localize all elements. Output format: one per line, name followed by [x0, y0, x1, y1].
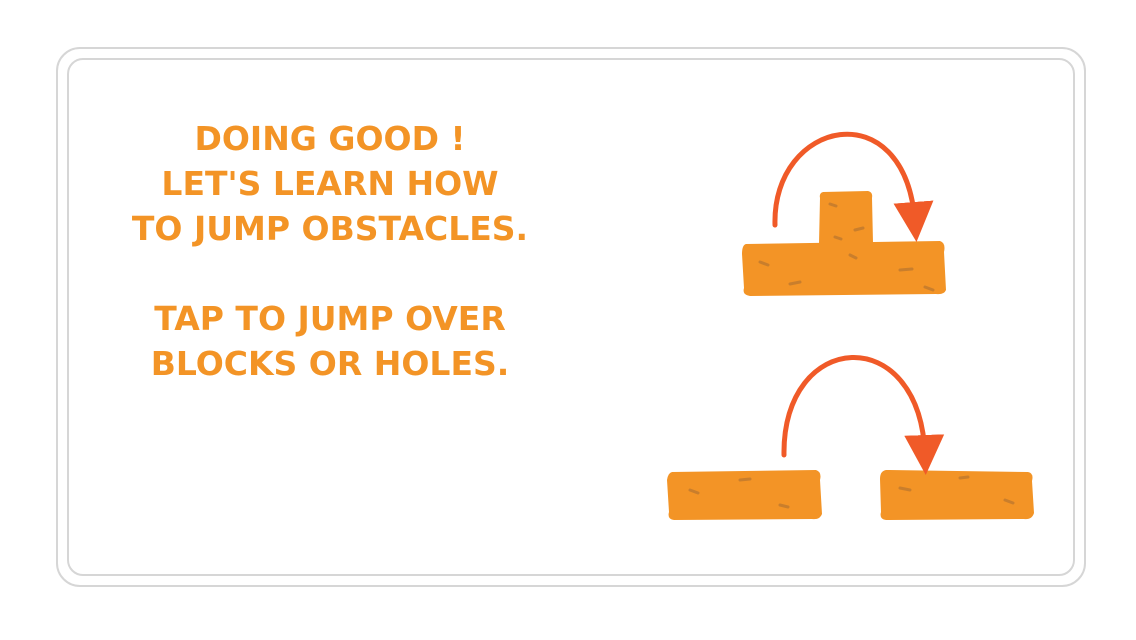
heading-line-3: TO JUMP OBSTACLES.	[131, 209, 529, 248]
tutorial-screen[interactable]: DOING GOOD ! LET'S LEARN HOW TO JUMP OBS…	[0, 0, 1136, 640]
heading-line-2: LET'S LEARN HOW	[161, 164, 499, 203]
heading-line-1: DOING GOOD !	[194, 119, 466, 158]
instruction-line-1: TAP TO JUMP OVER	[154, 299, 506, 338]
instruction-line-2: BLOCKS OR HOLES.	[150, 344, 510, 383]
text-spacer	[100, 251, 560, 296]
tutorial-text: DOING GOOD ! LET'S LEARN HOW TO JUMP OBS…	[100, 116, 560, 386]
